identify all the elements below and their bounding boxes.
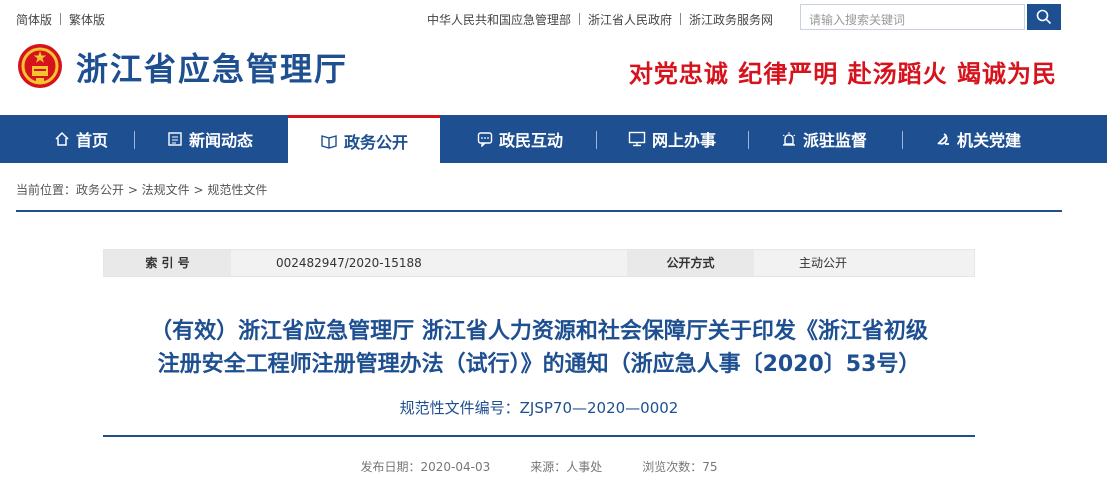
nav-label: 网上办事 bbox=[651, 131, 716, 150]
nav-divider bbox=[902, 131, 903, 149]
book-icon bbox=[320, 133, 338, 149]
link-provincial-gov[interactable]: 浙江省人民政府 bbox=[588, 13, 672, 27]
disclosure-method-label: 公开方式 bbox=[627, 250, 754, 276]
search-button[interactable] bbox=[1027, 4, 1061, 30]
link-ministry[interactable]: 中华人民共和国应急管理部 bbox=[427, 13, 571, 27]
breadcrumb[interactable]: 当前位置：政务公开 > 法规文件 > 规范性文件 bbox=[16, 181, 267, 198]
chat-icon bbox=[477, 131, 493, 147]
search-input[interactable]: 请输入搜索关键词 bbox=[800, 4, 1025, 30]
nav-item-news[interactable]: 新闻动态 bbox=[150, 115, 270, 163]
nav-item-interaction[interactable]: 政民互动 bbox=[460, 115, 580, 163]
language-switcher: 简体版 繁体版 bbox=[16, 11, 105, 28]
nav-item-party-building[interactable]: 机关党建 bbox=[918, 115, 1038, 163]
top-utility-bar: 简体版 繁体版 中华人民共和国应急管理部 浙江省人民政府 浙江政务服务网 请输入搜索关… bbox=[0, 0, 1107, 36]
nav-divider bbox=[748, 131, 749, 149]
nav-item-gov-affairs[interactable]: 政务公开 bbox=[288, 115, 440, 163]
disclosure-method-value: 主动公开 bbox=[799, 256, 848, 270]
divider bbox=[680, 13, 682, 25]
nav-label: 政务公开 bbox=[343, 132, 408, 152]
slogan: 对党忠诚 纪律严明 赴汤蹈火 竭诚为民 bbox=[628, 60, 1057, 88]
news-icon bbox=[167, 131, 183, 147]
article-title: （有效）浙江省应急管理厅 浙江省人力资源和社会保障厅关于印发《浙江省初级 注册安… bbox=[103, 315, 975, 381]
index-label: 索 引 号 bbox=[104, 250, 231, 276]
article-title-line-1: （有效）浙江省应急管理厅 浙江省人力资源和社会保障厅关于印发《浙江省初级 bbox=[150, 319, 928, 344]
publish-date: 发布日期：2020-04-03 bbox=[360, 460, 491, 474]
nav-item-online-service[interactable]: 网上办事 bbox=[612, 115, 732, 163]
index-value: 002482947/2020-15188 bbox=[276, 256, 422, 270]
site-title[interactable]: 浙江省应急管理厅 bbox=[76, 44, 348, 90]
divider bbox=[16, 210, 1062, 212]
document-number: 规范性文件编号：ZJSP70—2020—0002 bbox=[399, 399, 679, 417]
lang-simplified-link[interactable]: 简体版 bbox=[16, 13, 52, 27]
nav-divider bbox=[134, 131, 135, 149]
alarm-icon bbox=[781, 131, 797, 147]
nav-item-home[interactable]: 首页 bbox=[36, 115, 126, 163]
search-icon bbox=[1036, 9, 1052, 25]
nav-item-supervision[interactable]: 派驻监督 bbox=[764, 115, 884, 163]
lang-traditional-link[interactable]: 繁体版 bbox=[69, 13, 105, 27]
nav-label: 首页 bbox=[75, 131, 108, 150]
divider bbox=[60, 13, 62, 25]
view-count: 浏览次数：75 bbox=[642, 460, 718, 474]
article-title-line-2: 注册安全工程师注册管理办法（试行）》的通知（浙应急人事〔2020〕53号） bbox=[157, 352, 921, 377]
monitor-icon bbox=[628, 131, 646, 147]
document-meta-table: 索 引 号 002482947/2020-15188 公开方式 主动公开 bbox=[103, 249, 975, 277]
nav-label: 机关党建 bbox=[956, 131, 1021, 150]
divider bbox=[579, 13, 581, 25]
home-icon bbox=[54, 131, 70, 147]
party-icon bbox=[935, 131, 951, 147]
link-service-portal[interactable]: 浙江政务服务网 bbox=[689, 13, 773, 27]
main-nav: 首页 新闻动态 政务公开 政民互动 网上办事 派驻监督 机关党建 bbox=[0, 115, 1107, 163]
divider bbox=[103, 435, 975, 437]
nav-label: 政民互动 bbox=[498, 131, 563, 150]
external-links: 中华人民共和国应急管理部 浙江省人民政府 浙江政务服务网 bbox=[427, 11, 773, 28]
nav-label: 新闻动态 bbox=[188, 131, 253, 150]
nav-label: 派驻监督 bbox=[802, 131, 867, 150]
nav-divider bbox=[596, 131, 597, 149]
article-source: 来源：人事处 bbox=[530, 460, 603, 474]
article-info: 发布日期：2020-04-03 来源：人事处 浏览次数：75 bbox=[103, 458, 975, 475]
national-emblem-logo bbox=[18, 44, 62, 88]
